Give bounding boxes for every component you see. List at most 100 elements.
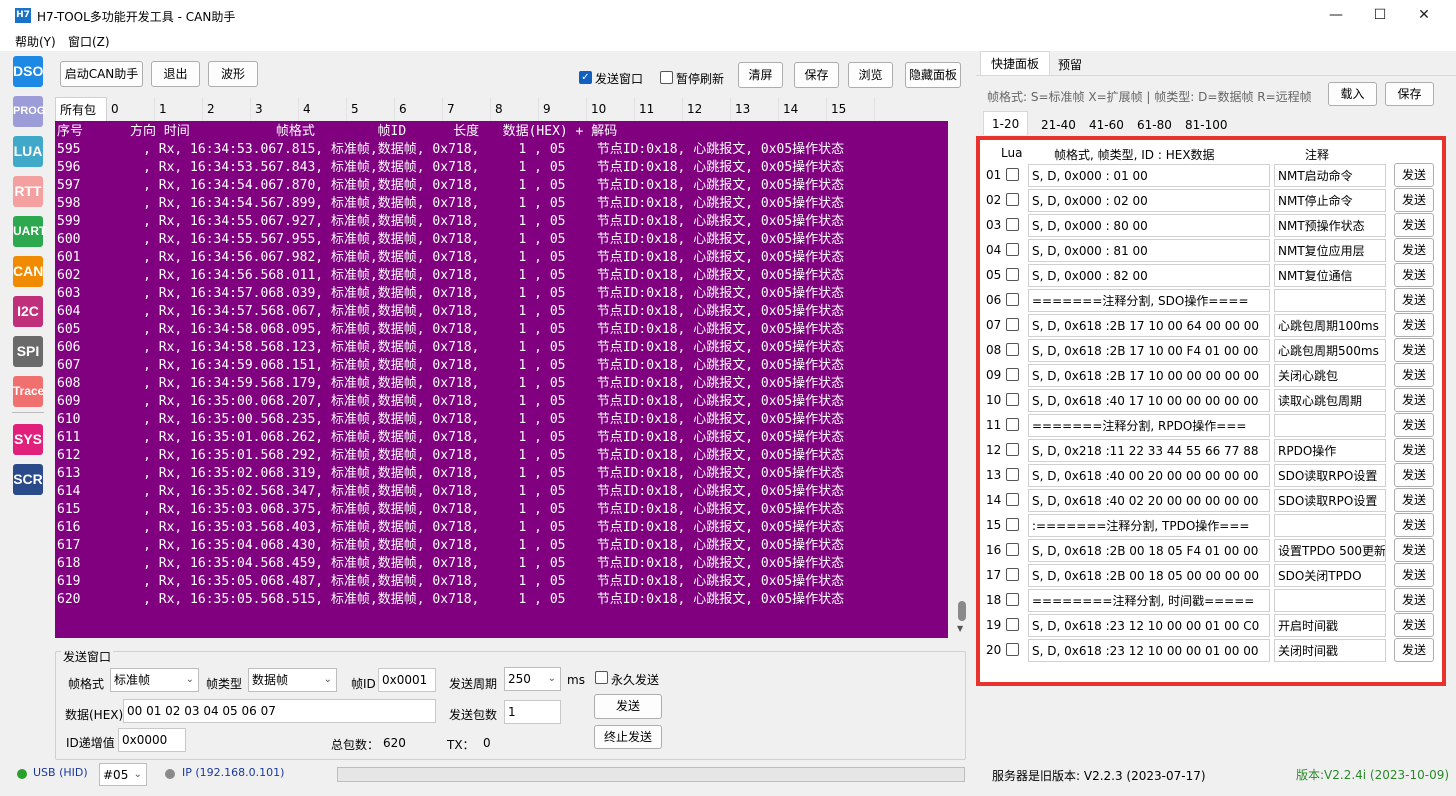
lua-checkbox[interactable] [1006, 243, 1019, 256]
lua-checkbox[interactable] [1006, 393, 1019, 406]
row-send-button[interactable]: 发送 [1394, 588, 1434, 612]
lua-checkbox[interactable] [1006, 318, 1019, 331]
tab-5[interactable]: 5 [347, 97, 395, 121]
frame-type-select[interactable]: 数据帧 ⌄ [248, 668, 337, 692]
row-note-input[interactable]: 设置TPDO 500更新 [1274, 539, 1386, 562]
row-data-input[interactable]: S, D, 0x618 :2B 17 10 00 64 00 00 00 [1028, 314, 1270, 337]
send-window-checkbox[interactable]: ✓ [579, 71, 592, 84]
lua-checkbox[interactable] [1006, 168, 1019, 181]
tab-11[interactable]: 11 [635, 97, 683, 121]
row-data-input[interactable]: S, D, 0x618 :40 02 20 00 00 00 00 00 [1028, 489, 1270, 512]
wave-button[interactable]: 波形 [208, 61, 258, 87]
exit-button[interactable]: 退出 [151, 61, 200, 87]
lua-checkbox[interactable] [1006, 218, 1019, 231]
row-note-input[interactable]: 开启时间戳 [1274, 614, 1386, 637]
row-note-input[interactable]: NMT停止命令 [1274, 189, 1386, 212]
hide-panel-button[interactable]: 隐藏面板 [905, 62, 961, 88]
lua-checkbox[interactable] [1006, 518, 1019, 531]
minimize-button[interactable]: — [1316, 4, 1356, 26]
sidebar-lua[interactable]: LUA [13, 136, 43, 167]
lua-checkbox[interactable] [1006, 593, 1019, 606]
sidebar-rtt[interactable]: RTT [13, 176, 43, 207]
row-note-input[interactable]: 心跳包周期100ms [1274, 314, 1386, 337]
row-note-input[interactable] [1274, 514, 1386, 537]
row-data-input[interactable]: S, D, 0x218 :11 22 33 44 55 66 77 88 [1028, 439, 1270, 462]
tab-range-61-80[interactable]: 61-80 [1128, 112, 1181, 136]
sidebar-sys[interactable]: SYS [13, 424, 43, 455]
sidebar-trace[interactable]: Trace [13, 376, 44, 407]
id-increment-input[interactable]: 0x0000 [118, 728, 186, 752]
lua-checkbox[interactable] [1006, 443, 1019, 456]
period-select[interactable]: 250 ⌄ [504, 667, 561, 691]
close-button[interactable]: ✕ [1404, 4, 1444, 26]
row-send-button[interactable]: 发送 [1394, 238, 1434, 262]
row-send-button[interactable]: 发送 [1394, 513, 1434, 537]
tab-2[interactable]: 2 [203, 97, 251, 121]
row-send-button[interactable]: 发送 [1394, 263, 1434, 287]
row-data-input[interactable]: S, D, 0x618 :40 17 10 00 00 00 00 00 [1028, 389, 1270, 412]
sidebar-dso[interactable]: DSO [13, 56, 43, 87]
row-note-input[interactable] [1274, 289, 1386, 312]
row-send-button[interactable]: 发送 [1394, 313, 1434, 337]
tab-13[interactable]: 13 [731, 97, 779, 121]
row-data-input[interactable]: S, D, 0x000 : 02 00 [1028, 189, 1270, 212]
row-send-button[interactable]: 发送 [1394, 388, 1434, 412]
row-note-input[interactable]: 读取心跳包周期 [1274, 389, 1386, 412]
row-note-input[interactable]: SDO读取RPO设置 [1274, 489, 1386, 512]
lua-checkbox[interactable] [1006, 643, 1019, 656]
row-note-input[interactable]: NMT启动命令 [1274, 164, 1386, 187]
row-data-input[interactable]: :=======注释分割, TPDO操作=== [1028, 514, 1270, 537]
row-data-input[interactable]: ========注释分割, 时间戳===== [1028, 589, 1270, 612]
sidebar-scr[interactable]: SCR [13, 464, 43, 495]
row-data-input[interactable]: S, D, 0x000 : 81 00 [1028, 239, 1270, 262]
row-data-input[interactable]: S, D, 0x618 :2B 17 10 00 F4 01 00 00 [1028, 339, 1270, 362]
row-data-input[interactable]: =======注释分割, RPDO操作=== [1028, 414, 1270, 437]
tab-1[interactable]: 1 [155, 97, 203, 121]
tab-range-21-40[interactable]: 21-40 [1032, 112, 1085, 136]
tab-9[interactable]: 9 [539, 97, 587, 121]
data-hex-input[interactable]: 00 01 02 03 04 05 06 07 [123, 699, 436, 723]
row-send-button[interactable]: 发送 [1394, 438, 1434, 462]
menu-window[interactable]: 窗口(Z) [68, 33, 110, 50]
tab-4[interactable]: 4 [299, 97, 347, 121]
row-data-input[interactable]: S, D, 0x618 :2B 17 10 00 00 00 00 00 [1028, 364, 1270, 387]
row-send-button[interactable]: 发送 [1394, 363, 1434, 387]
lua-checkbox[interactable] [1006, 543, 1019, 556]
clear-button[interactable]: 清屏 [738, 62, 783, 88]
tab-6[interactable]: 6 [395, 97, 443, 121]
row-data-input[interactable]: S, D, 0x618 :40 00 20 00 00 00 00 00 [1028, 464, 1270, 487]
sidebar-prog[interactable]: PROG [13, 96, 45, 127]
row-send-button[interactable]: 发送 [1394, 338, 1434, 362]
row-data-input[interactable]: S, D, 0x618 :23 12 10 00 00 01 00 00 [1028, 639, 1270, 662]
row-send-button[interactable]: 发送 [1394, 488, 1434, 512]
row-note-input[interactable] [1274, 589, 1386, 612]
row-send-button[interactable]: 发送 [1394, 288, 1434, 312]
forever-send-checkbox[interactable] [595, 671, 608, 684]
row-send-button[interactable]: 发送 [1394, 538, 1434, 562]
lua-checkbox[interactable] [1006, 343, 1019, 356]
row-send-button[interactable]: 发送 [1394, 163, 1434, 187]
sidebar-can[interactable]: CAN [13, 256, 43, 287]
load-button[interactable]: 载入 [1328, 82, 1377, 106]
tab-8[interactable]: 8 [491, 97, 539, 121]
sidebar-uart[interactable]: UART [13, 216, 46, 247]
scroll-down-icon[interactable]: ▼ [957, 624, 963, 633]
frame-id-input[interactable]: 0x0001 [378, 668, 436, 692]
lua-checkbox[interactable] [1006, 468, 1019, 481]
scrollbar-thumb[interactable] [958, 601, 966, 621]
lua-checkbox[interactable] [1006, 418, 1019, 431]
row-note-input[interactable]: 关闭心跳包 [1274, 364, 1386, 387]
maximize-button[interactable]: ☐ [1360, 4, 1400, 26]
tab-range-81-100[interactable]: 81-100 [1176, 112, 1237, 136]
tab-all-packets[interactable]: 所有包 [55, 97, 107, 121]
row-send-button[interactable]: 发送 [1394, 563, 1434, 587]
sidebar-i2c[interactable]: I2C [13, 296, 43, 327]
port-select[interactable]: #05 ⌄ [99, 763, 147, 786]
frame-format-select[interactable]: 标准帧 ⌄ [110, 668, 199, 692]
log-scrollbar[interactable]: ▼ [955, 121, 969, 638]
tab-range-41-60[interactable]: 41-60 [1080, 112, 1133, 136]
row-note-input[interactable] [1274, 414, 1386, 437]
row-send-button[interactable]: 发送 [1394, 213, 1434, 237]
tab-7[interactable]: 7 [443, 97, 491, 121]
row-send-button[interactable]: 发送 [1394, 613, 1434, 637]
